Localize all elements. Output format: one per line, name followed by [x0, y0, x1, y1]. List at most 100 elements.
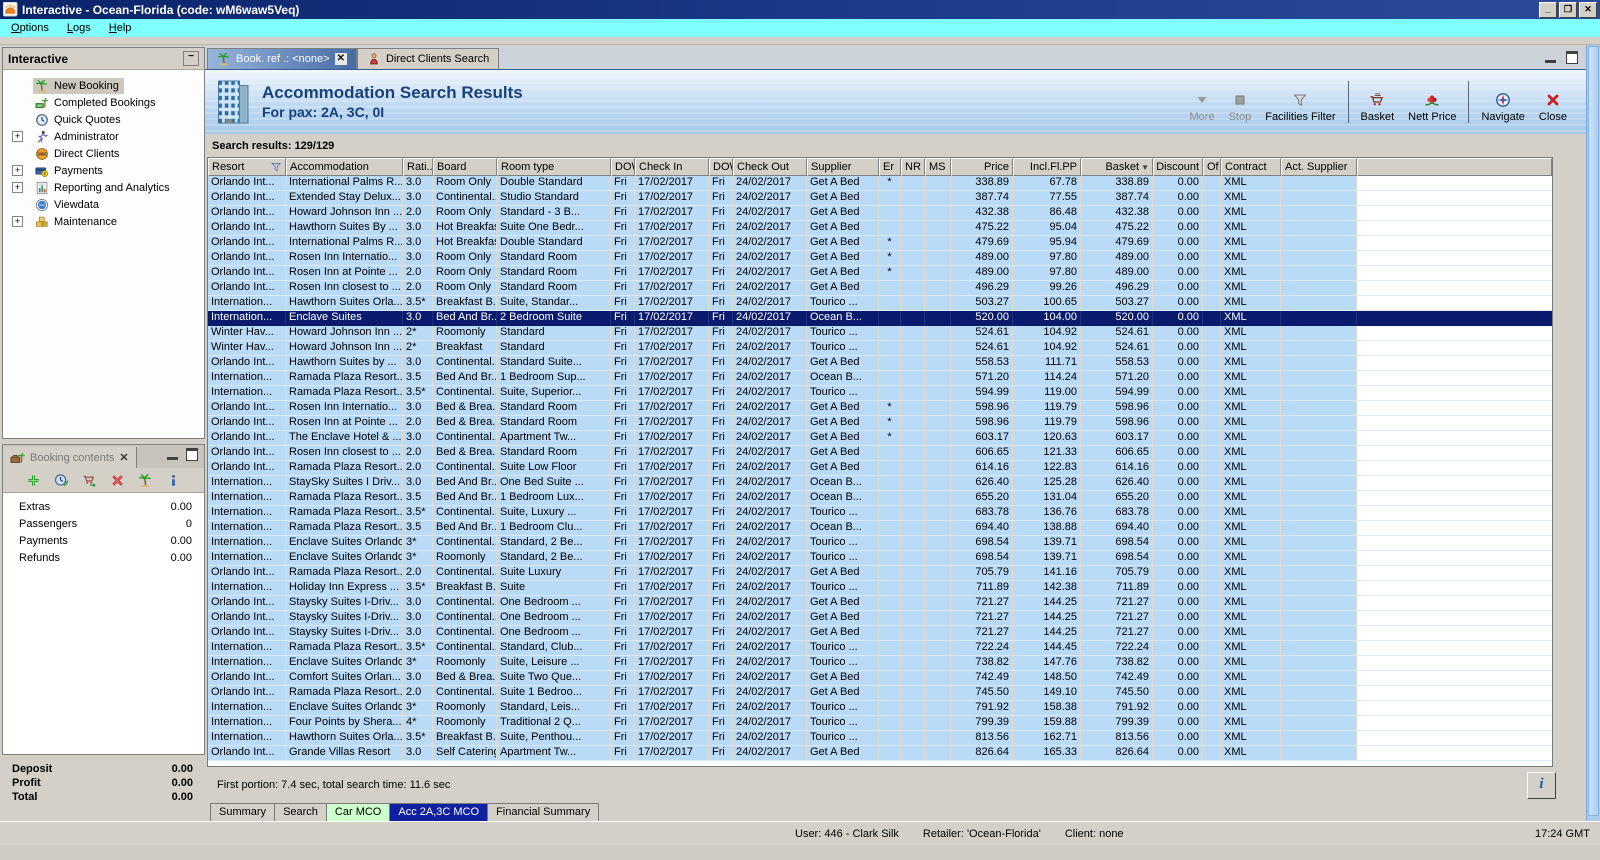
table-row[interactable]: Orlando Int... Rosen Inn closest to ... 2.…: [208, 281, 1552, 296]
booking-contents-tab[interactable]: Booking contents ✕: [3, 447, 137, 468]
nett-price-button[interactable]: Nett Price: [1401, 79, 1463, 125]
bottom-tab-summary[interactable]: Summary: [210, 803, 276, 822]
expand-icon[interactable]: +: [12, 216, 23, 227]
column-header-er[interactable]: Er: [879, 158, 901, 176]
tab-close-icon[interactable]: ✕: [334, 53, 347, 65]
table-row[interactable]: Orlando Int... Ramada Plaza Resort... 2.0 C…: [208, 461, 1552, 476]
sidebar-item-direct-clients[interactable]: Direct Clients: [3, 145, 204, 162]
table-row[interactable]: Internation... Ramada Plaza Resort... 3.5*…: [208, 641, 1552, 656]
info-button[interactable]: i: [1527, 771, 1556, 799]
panel-minimize-icon[interactable]: [167, 448, 178, 460]
table-row[interactable]: Orlando Int... Hawthorn Suites by ... 3.0 C…: [208, 356, 1552, 371]
booking-item-refunds[interactable]: Refunds 0.00: [3, 551, 204, 568]
table-row[interactable]: Internation... StaySky Suites I Driv... 3.…: [208, 476, 1552, 491]
booking-item-passengers[interactable]: Passengers 0: [3, 517, 204, 534]
column-header-board[interactable]: Board: [433, 158, 497, 176]
table-row[interactable]: Internation... Enclave Suites Orlando 3* Co…: [208, 536, 1552, 551]
info-icon-button[interactable]: [166, 473, 181, 488]
menu-logs[interactable]: Logs: [58, 20, 100, 36]
sidebar-item-payments[interactable]: + Payments: [3, 162, 204, 179]
table-row[interactable]: Internation... Ramada Plaza Resort... 3.5 B…: [208, 491, 1552, 506]
column-header-check-in[interactable]: Check In: [635, 158, 709, 176]
table-row[interactable]: Orlando Int... Ramada Plaza Resort... 2.0 C…: [208, 566, 1552, 581]
table-row[interactable]: Internation... Enclave Suites Orlando 3* Ro…: [208, 551, 1552, 566]
column-header-basket[interactable]: Basket ▼: [1081, 158, 1153, 176]
bottom-tab-acc-2a-3c-mco[interactable]: Acc 2A,3C MCO: [390, 803, 489, 822]
table-row[interactable]: Internation... Hawthorn Suites Orla... 3.5…: [208, 731, 1552, 746]
expand-icon[interactable]: +: [12, 182, 23, 193]
basket-button[interactable]: Basket: [1354, 79, 1402, 125]
table-row[interactable]: Orlando Int... Grande Villas Resort 3.0 Sel…: [208, 746, 1552, 761]
bottom-tab-financial-summary[interactable]: Financial Summary: [488, 803, 600, 822]
table-row[interactable]: Internation... Ramada Plaza Resort... 3.5*…: [208, 386, 1552, 401]
mdi-minimize-icon[interactable]: [1545, 51, 1556, 63]
column-header-of[interactable]: Of: [1203, 158, 1221, 176]
vertical-scrollbar[interactable]: [1586, 45, 1600, 821]
panel-maximize-icon[interactable]: [186, 448, 198, 461]
table-row[interactable]: Orlando Int... Rosen Inn Internatio... 3.0…: [208, 401, 1552, 416]
column-header-rati[interactable]: Rati...: [403, 158, 433, 176]
table-row[interactable]: Orlando Int... International Palms R... 3.…: [208, 176, 1552, 191]
column-header-price[interactable]: Price: [951, 158, 1013, 176]
sidebar-item-administrator[interactable]: + Administrator: [3, 128, 204, 145]
bottom-tab-car-mco[interactable]: Car MCO: [326, 803, 391, 822]
column-header-ms[interactable]: MS: [925, 158, 951, 176]
restore-button[interactable]: ❐: [1559, 1, 1577, 18]
column-header-incl-fl-pp[interactable]: Incl.Fl.PP: [1013, 158, 1081, 176]
column-header-room-type[interactable]: Room type: [497, 158, 611, 176]
expand-icon[interactable]: +: [12, 131, 23, 142]
expand-icon[interactable]: +: [12, 165, 23, 176]
column-header-accommodation[interactable]: Accommodation: [286, 158, 403, 176]
table-row[interactable]: Orlando Int... Ramada Plaza Resort... 2.0 C…: [208, 686, 1552, 701]
column-header-check-out[interactable]: Check Out: [733, 158, 807, 176]
table-row[interactable]: Internation... Ramada Plaza Resort... 3.5*…: [208, 506, 1552, 521]
menu-options[interactable]: Options: [2, 20, 58, 36]
sidebar-item-viewdata[interactable]: Viewdata: [3, 196, 204, 213]
table-row[interactable]: Winter Hav... Howard Johnson Inn ... 2* Roo…: [208, 326, 1552, 341]
column-header-dow[interactable]: DOW: [611, 158, 635, 176]
sidebar-item-completed-bookings[interactable]: Completed Bookings: [3, 94, 204, 111]
table-row[interactable]: Orlando Int... Rosen Inn at Pointe ... 2.0…: [208, 266, 1552, 281]
scrollbar-thumb[interactable]: [1588, 46, 1599, 817]
table-row[interactable]: Winter Hav... Howard Johnson Inn ... 2* Bre…: [208, 341, 1552, 356]
column-header-dow-2[interactable]: DOW: [709, 158, 733, 176]
close-panel-icon[interactable]: ✕: [119, 451, 128, 464]
table-row[interactable]: Orlando Int... Rosen Inn at Pointe ... 2.0…: [208, 416, 1552, 431]
minimize-button[interactable]: _: [1539, 1, 1557, 18]
sidebar-item-reporting-and-analytics[interactable]: + Reporting and Analytics: [3, 179, 204, 196]
sidebar-item-quick-quotes[interactable]: Quick Quotes: [3, 111, 204, 128]
quote-clock-icon-button[interactable]: [54, 473, 69, 488]
bottom-tab-search[interactable]: Search: [275, 803, 327, 822]
close-button[interactable]: ✕: [1579, 1, 1597, 18]
table-row[interactable]: Orlando Int... Howard Johnson Inn ... 2.0 R…: [208, 206, 1552, 221]
table-row[interactable]: Internation... Enclave Suites Orlando 3* Ro…: [208, 701, 1552, 716]
delete-icon-button[interactable]: [110, 473, 125, 488]
mdi-maximize-icon[interactable]: [1566, 51, 1578, 64]
table-row[interactable]: Orlando Int... Rosen Inn Internatio... 3.0…: [208, 251, 1552, 266]
column-header-act-supplier[interactable]: Act. Supplier: [1281, 158, 1357, 176]
column-header-nr[interactable]: NR: [901, 158, 925, 176]
table-row[interactable]: Orlando Int... Extended Stay Delux... 3.0 C…: [208, 191, 1552, 206]
facilities-filter-button[interactable]: Facilities Filter: [1258, 79, 1342, 125]
sidebar-item-new-booking[interactable]: New Booking: [3, 77, 204, 94]
palm-icon-button[interactable]: [138, 473, 153, 488]
table-row[interactable]: Orlando Int... International Palms R... 3.…: [208, 236, 1552, 251]
table-row[interactable]: Orlando Int... Rosen Inn closest to ... 2.…: [208, 446, 1552, 461]
tab-direct-clients-search[interactable]: Direct Clients Search: [356, 48, 500, 69]
close-button[interactable]: Close: [1532, 79, 1574, 125]
table-row[interactable]: Internation... Four Points by Shera... 4* R…: [208, 716, 1552, 731]
tab-book-ref-none[interactable]: Book. ref .: <none> ✕: [207, 48, 357, 69]
table-row[interactable]: Orlando Int... Staysky Suites I-Driv... 3.…: [208, 596, 1552, 611]
table-row[interactable]: Internation... Holiday Inn Express ... 3.5…: [208, 581, 1552, 596]
column-header-supplier[interactable]: Supplier: [807, 158, 879, 176]
table-row[interactable]: Orlando Int... Comfort Suites Orlan... 3.0…: [208, 671, 1552, 686]
column-header-discount[interactable]: Discount: [1153, 158, 1203, 176]
table-row[interactable]: Internation... Hawthorn Suites Orla... 3.5…: [208, 296, 1552, 311]
collapse-panel-button[interactable]: −: [183, 51, 199, 66]
column-header-contract[interactable]: Contract: [1221, 158, 1281, 176]
menu-help[interactable]: Help: [100, 20, 141, 36]
navigate-button[interactable]: Navigate: [1474, 79, 1531, 125]
table-row[interactable]: Orlando Int... Staysky Suites I-Driv... 3.…: [208, 611, 1552, 626]
sidebar-item-maintenance[interactable]: + Maintenance: [3, 213, 204, 230]
table-row[interactable]: Internation... Enclave Suites 3.0 Bed And B…: [208, 311, 1552, 326]
